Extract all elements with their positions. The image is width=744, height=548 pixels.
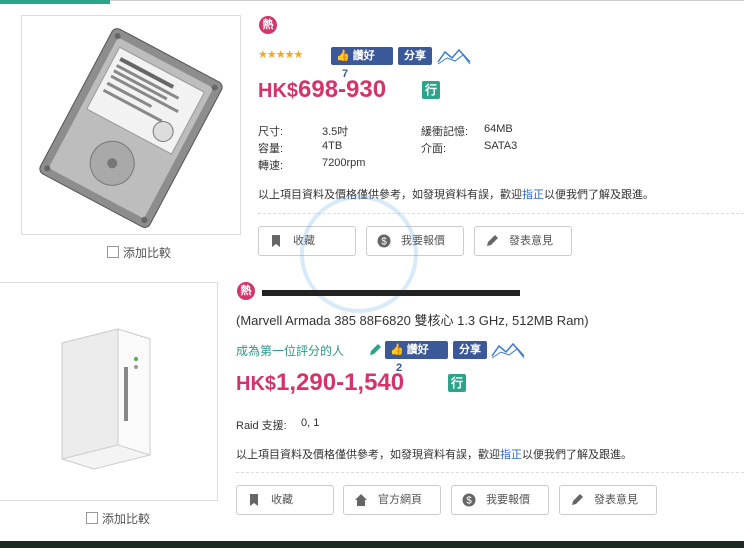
facebook-like-button[interactable]: 👍 讚好 2 xyxy=(385,341,448,375)
spec-value: 3.5吋 xyxy=(322,126,349,138)
home-icon xyxy=(355,494,367,506)
spec-label: 尺寸: xyxy=(258,126,284,138)
thumbs-up-icon: 👍 xyxy=(390,344,404,356)
nas-image xyxy=(61,328,151,470)
checkbox[interactable] xyxy=(86,512,98,524)
feedback-button[interactable]: 發表意見 xyxy=(559,485,657,515)
report-price-label: 我要報價 xyxy=(486,494,530,506)
disclaimer-text-end: 以便我們了解及跟進。 xyxy=(544,189,654,201)
price-currency: HK$ xyxy=(236,373,277,395)
facebook-share-button[interactable]: 分享 xyxy=(398,47,432,65)
hot-badge: 熱 xyxy=(259,16,277,34)
price-value: 1,290-1,540 xyxy=(276,369,405,396)
feedback-label: 發表意見 xyxy=(594,494,638,506)
divider xyxy=(236,472,744,473)
add-compare-checkbox[interactable]: 添加比較 xyxy=(107,244,171,261)
like-label: 讚好 xyxy=(352,50,375,62)
hot-badge: 熱 xyxy=(237,282,255,300)
rating-stars: ★★★★★ xyxy=(258,49,303,61)
tab-accent-bar xyxy=(0,0,110,4)
spec-label: 容量: xyxy=(258,143,284,155)
price-currency: HK$ xyxy=(258,80,299,102)
report-price-button[interactable]: $ 我要報價 xyxy=(451,485,549,515)
divider xyxy=(110,0,744,1)
bookmark-label: 收藏 xyxy=(271,494,293,506)
spec-value: SATA3 xyxy=(484,140,518,152)
spec-label: 介面: xyxy=(421,143,447,155)
bookmark-icon xyxy=(272,235,280,247)
pencil-icon xyxy=(487,235,498,246)
feedback-button[interactable]: 發表意見 xyxy=(474,226,572,256)
dollar-icon: $ xyxy=(462,493,476,507)
store-list-badge[interactable]: 行 xyxy=(448,374,466,392)
compare-label: 添加比較 xyxy=(123,246,172,260)
pencil-icon xyxy=(370,344,381,355)
thumbs-up-icon: 👍 xyxy=(336,50,350,62)
cut-off-title xyxy=(262,290,520,296)
disclaimer-note: 以上項目資料及價格僅供參考，如發現資料有誤，歡迎指正以便我們了解及跟進。 xyxy=(236,446,632,462)
official-site-button[interactable]: 官方網頁 xyxy=(343,485,441,515)
spec-label: 緩衝記憶: xyxy=(421,126,469,138)
bottom-banner-strip xyxy=(0,541,744,548)
store-list-badge[interactable]: 行 xyxy=(422,81,440,99)
spec-value: 0, 1 xyxy=(301,417,320,429)
spec-label: Raid 支援: xyxy=(236,420,287,432)
feedback-label: 發表意見 xyxy=(509,235,553,247)
rate-first-link[interactable]: 成為第一位評分的人 xyxy=(236,342,344,359)
pencil-icon xyxy=(572,494,583,505)
bookmark-button[interactable]: 收藏 xyxy=(236,485,334,515)
facebook-share-button[interactable]: 分享 xyxy=(453,341,487,359)
hdd-image xyxy=(39,28,223,228)
like-label: 讚好 xyxy=(406,344,429,356)
spec-label: 轉速: xyxy=(258,160,284,172)
product-image-hdd[interactable] xyxy=(21,15,241,235)
price-range: HK$1,290-1,540 xyxy=(236,369,404,397)
disclaimer-text-end: 以便我們了解及跟進。 xyxy=(522,449,632,461)
product-image-nas[interactable] xyxy=(0,282,218,501)
checkbox[interactable] xyxy=(107,246,119,258)
facebook-like-button[interactable]: 👍 讚好 7 xyxy=(331,47,393,81)
disclaimer-text: 以上項目資料及價格僅供參考，如發現資料有誤，歡迎 xyxy=(236,449,500,461)
product-subtitle: (Marvell Armada 385 88F6820 雙核心 1.3 GHz,… xyxy=(236,313,589,328)
disclaimer-text: 以上項目資料及價格僅供參考，如發現資料有誤，歡迎 xyxy=(258,189,522,201)
add-compare-checkbox[interactable]: 添加比較 xyxy=(86,510,150,527)
price-trend-icon[interactable] xyxy=(491,340,525,360)
price-range: HK$698-930 xyxy=(258,76,386,104)
compare-label: 添加比較 xyxy=(102,512,151,526)
spec-value: 64MB xyxy=(484,123,513,135)
price-trend-icon[interactable] xyxy=(437,46,471,66)
svg-text:$: $ xyxy=(466,496,472,507)
bookmark-icon xyxy=(250,494,258,506)
correction-link[interactable]: 指正 xyxy=(522,189,544,201)
price-value: 698-930 xyxy=(298,76,387,103)
spec-value: 4TB xyxy=(322,140,343,152)
official-site-label: 官方網頁 xyxy=(378,494,422,506)
spec-value: 7200rpm xyxy=(322,157,366,169)
disclaimer-note: 以上項目資料及價格僅供參考，如發現資料有誤，歡迎指正以便我們了解及跟進。 xyxy=(258,186,654,202)
correction-link[interactable]: 指正 xyxy=(500,449,522,461)
